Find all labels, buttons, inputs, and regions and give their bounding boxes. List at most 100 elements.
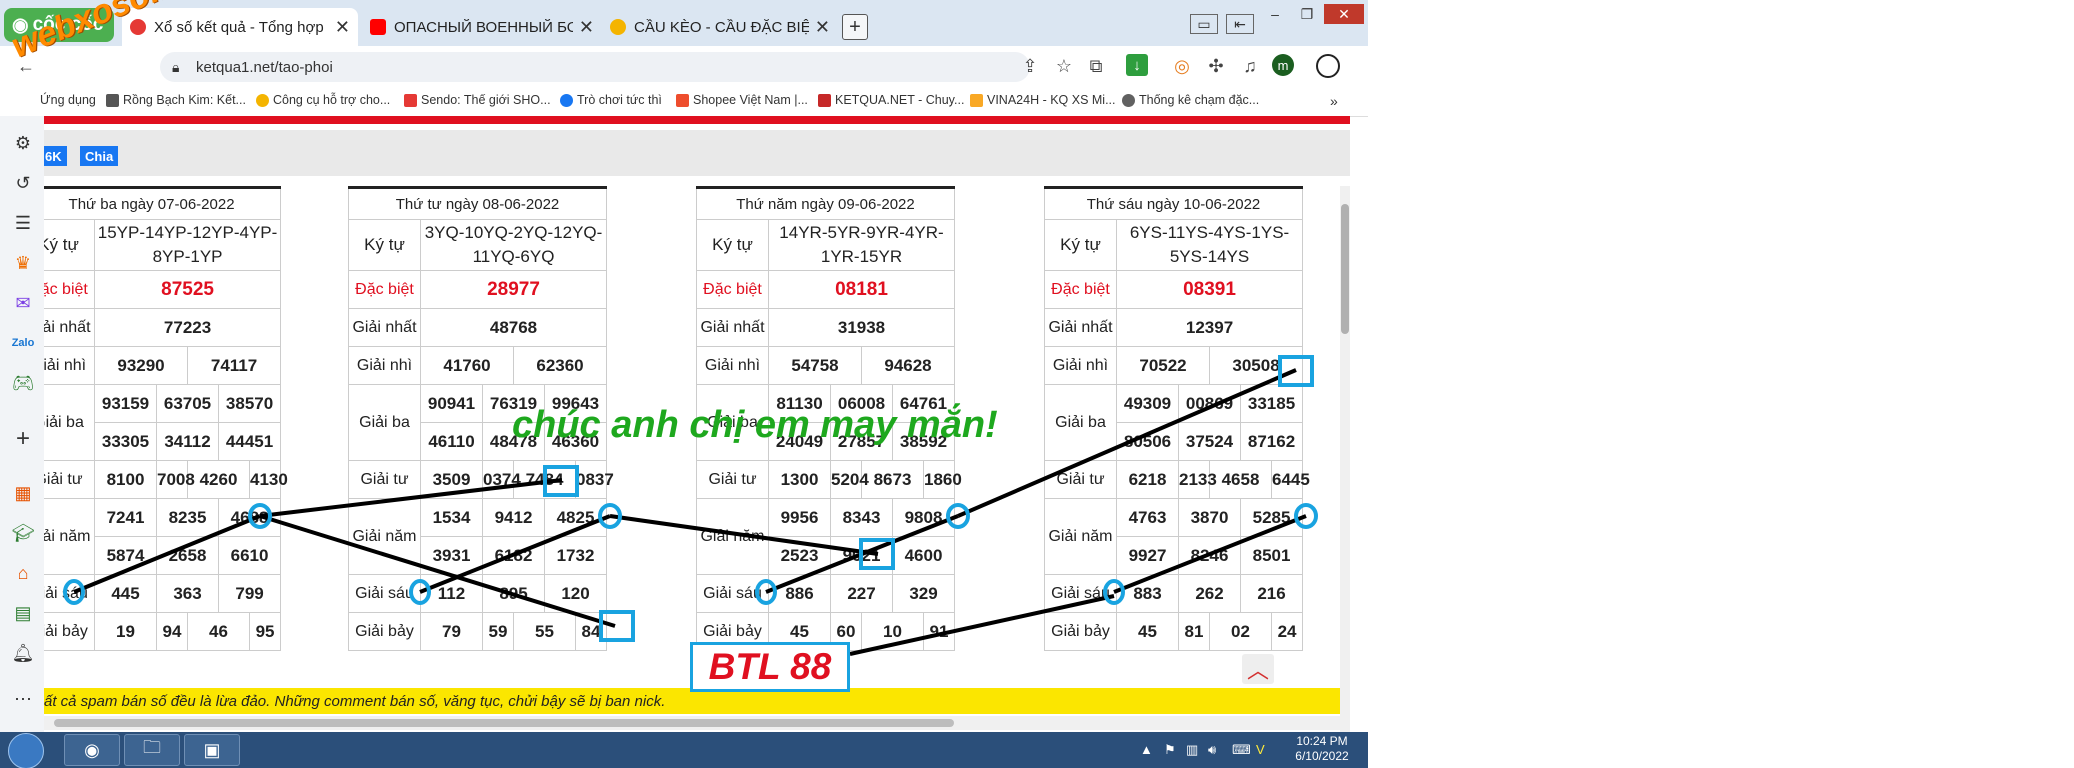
spreadsheet-icon[interactable]: ▤ (10, 600, 36, 626)
row-label: Giải nhì (1044, 346, 1117, 385)
fifth-prize-value: 5874 (94, 536, 157, 575)
add-sidebar-item-icon[interactable]: + (10, 425, 36, 452)
download-icon[interactable]: ↓ (1126, 54, 1148, 76)
minimize-icon[interactable]: – (1260, 4, 1290, 24)
third-prize-value: 38570 (217, 384, 282, 423)
facebook-share-button[interactable]: Chia (80, 146, 119, 166)
messenger-icon[interactable]: ✉ (10, 290, 36, 316)
profile-avatar[interactable]: m (1272, 54, 1294, 76)
fourth-prize-value: 6445 (1270, 460, 1310, 499)
second-prize-value: 54758 (768, 346, 862, 385)
third-prize-value: 00869 (1178, 384, 1241, 423)
tray-language-icon[interactable]: ⌨ (1232, 742, 1251, 758)
bookmark-label: VINA24H - KQ XS Mi... (987, 93, 1116, 107)
table-row: Đặc biệt 28977 (348, 270, 608, 309)
share-icon[interactable]: ⇪ (1018, 54, 1042, 78)
shop-icon[interactable]: ⌂ (10, 560, 36, 586)
row-label: Đặc biệt (1044, 270, 1117, 309)
horizontal-scroll-thumb[interactable] (54, 719, 954, 727)
notification-bell-icon[interactable]: 🔔︎ (10, 640, 36, 666)
fifth-prize-value: 2658 (156, 536, 219, 575)
bookmark-item[interactable]: Sendo: Thế giới SHO... (404, 93, 551, 107)
bookmark-label: Rồng Bạch Kim: Kết... (123, 93, 246, 107)
menu-circle-icon[interactable] (1316, 54, 1340, 78)
table-row: Giải bảy 79 59 55 84 (348, 612, 608, 651)
calendar-icon[interactable]: ▦ (10, 480, 36, 506)
maximize-icon[interactable]: ❐ (1292, 4, 1322, 24)
seventh-prize-value: 84 (574, 612, 608, 651)
history-icon[interactable]: ↺ (10, 170, 36, 196)
fourth-prize-value: 5204 (830, 460, 869, 499)
tray-network-icon[interactable]: ▥ (1186, 742, 1198, 758)
table-row: Giải bảy 45 81 02 24 (1044, 612, 1304, 651)
row-label: Ký tự (1044, 219, 1117, 271)
facebook-like-button[interactable]: 6K (44, 146, 67, 166)
tab-title: Xổ số kết quả - Tổng hợp (154, 18, 324, 36)
row-label: Đặc biệt (348, 270, 421, 309)
extensions-puzzle-icon[interactable]: ✣ (1204, 54, 1228, 78)
table-row: Giải năm 4763 3870 5285 (1044, 498, 1304, 575)
game-controller-icon[interactable]: 🎮︎ (10, 370, 36, 396)
vertical-scroll-thumb[interactable] (1341, 204, 1349, 334)
row-label: Ký tự (348, 219, 421, 271)
taskbar-coccoc-icon[interactable]: ◉ (64, 734, 120, 766)
tray-volume-icon[interactable]: 🔊︎ (1208, 742, 1216, 758)
bookmark-label: KETQUA.NET - Chuy... (835, 93, 965, 107)
bookmark-item[interactable]: Ứng dụng (40, 93, 96, 107)
bookmark-item[interactable]: KETQUA.NET - Chuy... (818, 93, 964, 107)
more-options-icon[interactable]: ⋯ (10, 686, 36, 712)
sixth-prize-value: 112 (420, 574, 483, 613)
settings-gear-icon[interactable]: ⚙ (10, 130, 36, 156)
row-label: Đặc biệt (44, 270, 95, 309)
url-field[interactable]: 🔒︎ ketqua1.net/tao-phoi (160, 52, 1030, 82)
taskbar-folder-icon[interactable]: 🗀 (124, 734, 180, 766)
tab-close-icon[interactable]: ✕ (335, 17, 350, 38)
bookmark-item[interactable]: Rồng Bạch Kim: Kết... (106, 93, 246, 107)
bookmark-item[interactable]: Shopee Việt Nam |... (676, 93, 808, 107)
translate-icon[interactable]: ⧉ (1084, 54, 1108, 78)
row-label: Giải bảy (1044, 612, 1117, 651)
row-label: Giải tư (696, 460, 769, 499)
third-prize-value: 46110 (420, 422, 483, 461)
taskbar-image-icon[interactable]: ▣ (184, 734, 240, 766)
close-window-icon[interactable]: ✕ (1324, 4, 1364, 24)
bookmark-item[interactable]: VINA24H - KQ XS Mi... (970, 93, 1116, 107)
taskbar-clock[interactable]: 10:24 PM 6/10/2022 (1282, 734, 1362, 764)
bookmarks-overflow-icon[interactable]: » (1330, 93, 1338, 109)
fourth-prize-value: 4260 (187, 460, 250, 499)
extension-coccoc-icon[interactable]: ◎ (1170, 54, 1194, 78)
table-row: Giải nhì 41760 62360 (348, 346, 608, 385)
fourth-prize-value: 1860 (923, 460, 962, 499)
bookmark-item[interactable]: Trò chơi tức thì (560, 93, 662, 107)
tab-close-icon[interactable]: ✕ (815, 17, 830, 38)
graduation-cap-icon[interactable]: 🎓︎ (10, 520, 36, 546)
reading-list-icon[interactable]: ☰ (10, 210, 36, 236)
crown-icon[interactable]: ♛ (10, 250, 36, 276)
tab-close-icon[interactable]: ✕ (579, 17, 594, 38)
fifth-prize-value: 3931 (420, 536, 483, 575)
tab-3[interactable]: CẦU KÈO - CẦU ĐẶC BIỆT NG ✕ (602, 8, 838, 46)
row-label: Giải sáu (348, 574, 421, 613)
bookmark-item[interactable]: Công cụ hỗ trợ cho... (256, 93, 390, 107)
pip-icon[interactable]: ▭ (1190, 14, 1218, 34)
bookmark-favicon-icon (970, 93, 983, 107)
bookmark-star-icon[interactable]: ☆ (1052, 54, 1076, 78)
lock-icon: 🔒︎ (172, 58, 180, 75)
bookmark-item[interactable]: Thống kê chạm đặc... (1122, 93, 1259, 107)
tab-1[interactable]: Xổ số kết quả - Tổng hợp ✕ (122, 8, 358, 46)
sixth-prize-value: 363 (156, 574, 219, 613)
tray-app-icon[interactable]: V (1256, 742, 1265, 757)
tray-flag-icon[interactable]: ⚑ (1164, 742, 1176, 758)
zalo-icon[interactable]: Zalo (10, 330, 36, 356)
media-icon[interactable]: ♫ (1238, 54, 1262, 78)
start-button[interactable] (8, 733, 44, 768)
back-to-window-icon[interactable]: ⇤ (1226, 14, 1254, 34)
fifth-prize-value: 9808 (892, 498, 955, 537)
tray-icon[interactable]: ▲ (1140, 742, 1153, 757)
third-prize-value: 87162 (1239, 422, 1304, 461)
tab-2[interactable]: ОПАСНЫЙ ВОЕННЫЙ БОЕВ ✕ (362, 8, 602, 46)
new-tab-button[interactable]: + (842, 14, 868, 40)
sixth-prize-value: 227 (830, 574, 893, 613)
row-label: Giải năm (348, 498, 421, 575)
scroll-to-top-button[interactable]: ︿ (1242, 654, 1274, 684)
